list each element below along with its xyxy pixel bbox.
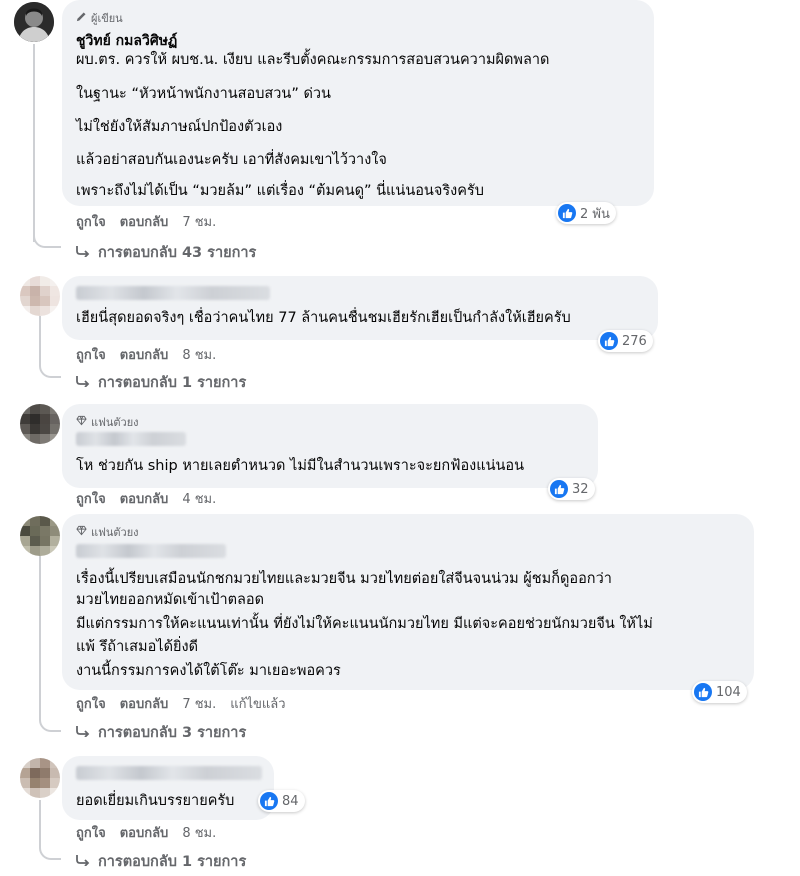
like-reaction-icon bbox=[558, 204, 576, 222]
comment-actions: ถูกใจ ตอบกลับ 7 ชม. แก้ไขแล้ว bbox=[76, 693, 286, 714]
thread-curve bbox=[39, 354, 61, 378]
badge-label: แฟนตัวยง bbox=[91, 416, 139, 429]
reaction-count[interactable]: 104 bbox=[692, 681, 747, 703]
reaction-count-label: 32 bbox=[572, 481, 589, 497]
reaction-count-label: 2 พัน bbox=[580, 206, 610, 222]
timestamp[interactable]: 7 ชม. bbox=[182, 211, 216, 232]
comment-actions: ถูกใจ ตอบกลับ 8 ชม. bbox=[76, 822, 216, 843]
diamond-icon bbox=[76, 415, 87, 429]
edited-label: แก้ไขแล้ว bbox=[230, 697, 286, 712]
view-replies-button[interactable]: การตอบกลับ 3 รายการ bbox=[76, 721, 246, 744]
view-replies-button[interactable]: การตอบกลับ 43 รายการ bbox=[76, 241, 256, 264]
author-badge: ผู้เขียน bbox=[76, 9, 123, 27]
blurred-author-name[interactable] bbox=[76, 544, 226, 558]
blurred-author-name[interactable] bbox=[76, 766, 262, 780]
view-replies-button[interactable]: การตอบกลับ 1 รายการ bbox=[76, 850, 246, 873]
reply-button[interactable]: ตอบกลับ bbox=[120, 822, 169, 843]
timestamp[interactable]: 8 ชม. bbox=[182, 822, 216, 843]
view-replies-label: การตอบกลับ 43 รายการ bbox=[98, 245, 257, 261]
comment-text-line: ไม่ใช่ยังให้สัมภาษณ์ปกป้องตัวเอง bbox=[76, 119, 283, 135]
view-replies-button[interactable]: การตอบกลับ 1 รายการ bbox=[76, 371, 246, 394]
like-reaction-icon bbox=[600, 332, 618, 350]
blurred-author-name[interactable] bbox=[76, 286, 270, 300]
comment-text-line: มีแต่กรรมการให้คะแนนเท่านั้น ที่ยังไม่ให… bbox=[76, 616, 653, 632]
reaction-count[interactable]: 32 bbox=[548, 478, 595, 500]
timestamp[interactable]: 8 ชม. bbox=[182, 344, 216, 365]
avatar[interactable] bbox=[20, 758, 60, 798]
thread-line bbox=[33, 44, 35, 242]
comment-author[interactable]: ชูวิทย์ กมลวิศิษฏ์ bbox=[76, 30, 177, 52]
reply-arrow-icon bbox=[76, 375, 90, 391]
like-button[interactable]: ถูกใจ bbox=[76, 211, 106, 232]
avatar[interactable] bbox=[20, 404, 60, 444]
comment-text-line: เฮียนี่สุดยอดจริงๆ เชื่อว่าคนไทย 77 ล้าน… bbox=[76, 310, 571, 326]
reply-button[interactable]: ตอบกลับ bbox=[120, 693, 169, 714]
thread-curve bbox=[39, 708, 61, 732]
avatar[interactable] bbox=[20, 516, 60, 556]
comment-text-line: ผบ.ตร. ควรให้ ผบช.น. เงียบ และรีบตั้งคณะ… bbox=[76, 52, 550, 68]
view-replies-label: การตอบกลับ 1 รายการ bbox=[98, 854, 247, 870]
view-replies-label: การตอบกลับ 3 รายการ bbox=[98, 725, 247, 741]
timestamp[interactable]: 4 ชม. bbox=[182, 488, 216, 509]
like-reaction-icon bbox=[694, 683, 712, 701]
comment-text-line: แล้วอย่าสอบกันเองนะครับ เอาที่สังคมเขาไว… bbox=[76, 152, 387, 168]
like-button[interactable]: ถูกใจ bbox=[76, 488, 106, 509]
fan-badge: แฟนตัวยง bbox=[76, 413, 139, 431]
like-button[interactable]: ถูกใจ bbox=[76, 693, 106, 714]
reaction-count[interactable]: 84 bbox=[258, 790, 305, 812]
blurred-author-name[interactable] bbox=[76, 432, 186, 446]
like-reaction-icon bbox=[260, 792, 278, 810]
comment-text-line: แพ้ รึถ้าเสมอได้ยิ่งดี bbox=[76, 639, 198, 655]
diamond-icon bbox=[76, 525, 87, 539]
thread-line bbox=[39, 552, 41, 718]
reply-button[interactable]: ตอบกลับ bbox=[120, 488, 169, 509]
badge-label: ผู้เขียน bbox=[91, 12, 123, 25]
reply-arrow-icon bbox=[76, 725, 90, 741]
comment-text-line: เพราะถึงไม่ได้เป็น “มวยล้ม” แต่เรื่อง “ต… bbox=[76, 183, 484, 199]
reaction-count-label: 276 bbox=[622, 333, 647, 349]
comment-actions: ถูกใจ ตอบกลับ 4 ชม. bbox=[76, 488, 216, 509]
view-replies-label: การตอบกลับ 1 รายการ bbox=[98, 375, 247, 391]
reply-arrow-icon bbox=[76, 245, 90, 261]
like-reaction-icon bbox=[550, 480, 568, 498]
comment-actions: ถูกใจ ตอบกลับ 7 ชม. bbox=[76, 211, 216, 232]
comment-text-line: งานนี้กรรมการคงได้ใต้โต๊ะ มาเยอะพอควร bbox=[76, 663, 341, 679]
comment-text-line: ยอดเยี่ยมเกินบรรยายครับ bbox=[76, 793, 235, 809]
like-button[interactable]: ถูกใจ bbox=[76, 344, 106, 365]
like-button[interactable]: ถูกใจ bbox=[76, 822, 106, 843]
fan-badge: แฟนตัวยง bbox=[76, 523, 139, 541]
timestamp[interactable]: 7 ชม. bbox=[182, 693, 216, 714]
badge-label: แฟนตัวยง bbox=[91, 526, 139, 539]
reply-button[interactable]: ตอบกลับ bbox=[120, 344, 169, 365]
thread-curve bbox=[33, 228, 61, 248]
comment-text-line: เรื่องนี้เปรียบเสมือนนักชกมวยไทยและมวยจี… bbox=[76, 571, 612, 587]
comment-actions: ถูกใจ ตอบกลับ 8 ชม. bbox=[76, 344, 216, 365]
reply-button[interactable]: ตอบกลับ bbox=[120, 211, 169, 232]
comment-text-line: ในฐานะ “หัวหน้าพนักงานสอบสวน” ด่วน bbox=[76, 86, 331, 102]
comment-text-line: โห ช่วยกัน ship หายเลยตำหนวด ไม่มีในสำนว… bbox=[76, 458, 525, 474]
comment-text-line: มวยไทยออกหมัดเข้าเป้าตลอด bbox=[76, 592, 265, 608]
reaction-count-label: 84 bbox=[282, 793, 299, 809]
reaction-count[interactable]: 2 พัน bbox=[556, 202, 616, 224]
avatar[interactable] bbox=[20, 276, 60, 316]
reaction-count-label: 104 bbox=[716, 684, 741, 700]
reply-arrow-icon bbox=[76, 854, 90, 870]
pencil-icon bbox=[76, 11, 87, 25]
avatar[interactable] bbox=[14, 2, 54, 42]
thread-curve bbox=[39, 836, 61, 860]
reaction-count[interactable]: 276 bbox=[598, 330, 653, 352]
